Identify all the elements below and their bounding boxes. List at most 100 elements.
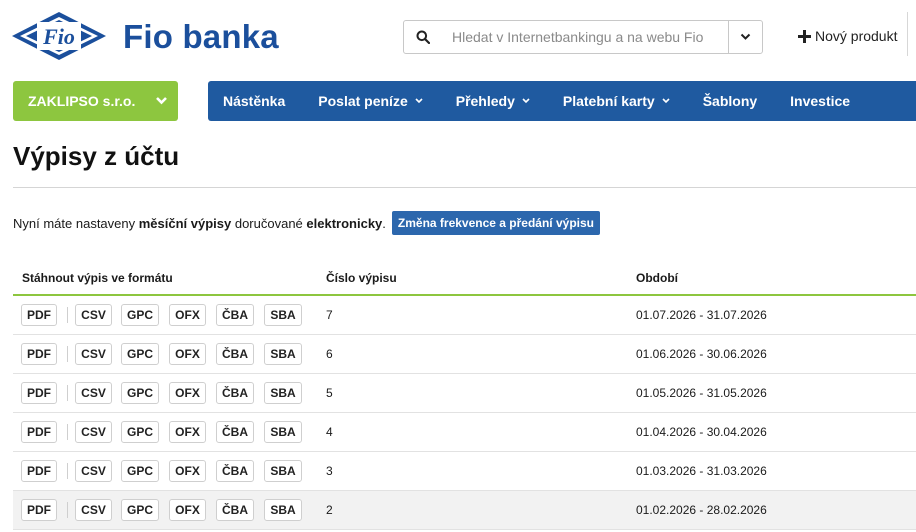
download-ofx-button[interactable]: OFX bbox=[169, 499, 206, 521]
nav-item-overviews[interactable]: Přehledy bbox=[456, 81, 530, 121]
statement-period: 01.06.2026 - 30.06.2026 bbox=[636, 347, 767, 361]
download-sba-button[interactable]: SBA bbox=[264, 460, 302, 482]
chevron-down-icon bbox=[415, 98, 423, 104]
download-ofx-button[interactable]: OFX bbox=[169, 382, 206, 404]
table-row: PDF CSV GPC OFX ČBA SBA 2 01.02.2026 - 28.02.20… bbox=[13, 491, 916, 530]
download-pdf-button[interactable]: PDF bbox=[21, 421, 57, 443]
nav-item-payment-cards[interactable]: Platební karty bbox=[563, 81, 670, 121]
nav-item-send-money[interactable]: Poslat peníze bbox=[318, 81, 423, 121]
format-buttons: PDF CSV GPC OFX ČBA SBA bbox=[13, 421, 326, 443]
format-separator bbox=[67, 502, 68, 518]
download-sba-button[interactable]: SBA bbox=[264, 343, 302, 365]
nav-item-templates[interactable]: Šablony bbox=[703, 81, 757, 121]
download-gpc-button[interactable]: GPC bbox=[121, 421, 159, 443]
download-sba-button[interactable]: SBA bbox=[264, 304, 302, 326]
table-row: PDF CSV GPC OFX ČBA SBA 4 01.04.2026 - 30.04.20… bbox=[13, 413, 916, 452]
header-download: Stáhnout výpis ve formátu bbox=[22, 271, 173, 285]
nav-item-dashboard[interactable]: Nástěnka bbox=[223, 81, 285, 121]
chevron-down-icon bbox=[662, 98, 670, 104]
download-cba-button[interactable]: ČBA bbox=[216, 421, 254, 443]
plus-icon bbox=[798, 29, 811, 43]
download-csv-button[interactable]: CSV bbox=[75, 460, 112, 482]
format-separator bbox=[67, 463, 68, 479]
new-product-label: Nový produkt bbox=[815, 28, 898, 44]
statement-period: 01.02.2026 - 28.02.2026 bbox=[636, 503, 767, 517]
format-buttons: PDF CSV GPC OFX ČBA SBA bbox=[13, 304, 326, 326]
main-nav: Nástěnka Poslat peníze Přehledy Platební… bbox=[208, 81, 916, 121]
table-row: PDF CSV GPC OFX ČBA SBA 6 01.06.2026 - 30.06.20… bbox=[13, 335, 916, 374]
download-gpc-button[interactable]: GPC bbox=[121, 382, 159, 404]
change-frequency-button[interactable]: Změna frekvence a předání výpisu bbox=[391, 211, 600, 235]
table-header: Stáhnout výpis ve formátu Číslo výpisu O… bbox=[13, 262, 916, 296]
download-gpc-button[interactable]: GPC bbox=[121, 304, 159, 326]
svg-text:Fio: Fio bbox=[42, 24, 75, 49]
statement-settings-info: Nyní máte nastaveny měsíční výpisy doruč… bbox=[13, 211, 600, 235]
account-name: ZAKLIPSO s.r.o. bbox=[28, 93, 136, 109]
download-pdf-button[interactable]: PDF bbox=[21, 304, 57, 326]
download-csv-button[interactable]: CSV bbox=[75, 499, 112, 521]
format-buttons: PDF CSV GPC OFX ČBA SBA bbox=[13, 343, 326, 365]
download-cba-button[interactable]: ČBA bbox=[216, 304, 254, 326]
format-separator bbox=[67, 385, 68, 401]
page-title: Výpisy z účtu bbox=[13, 141, 180, 171]
header-period: Období bbox=[636, 271, 678, 285]
title-divider bbox=[13, 187, 916, 188]
chevron-down-icon bbox=[156, 97, 167, 105]
download-pdf-button[interactable]: PDF bbox=[21, 343, 57, 365]
download-gpc-button[interactable]: GPC bbox=[121, 343, 159, 365]
statement-period: 01.07.2026 - 31.07.2026 bbox=[636, 308, 767, 322]
statement-number: 7 bbox=[326, 308, 333, 322]
statement-period: 01.04.2026 - 30.04.2026 bbox=[636, 425, 767, 439]
header-divider bbox=[907, 12, 908, 56]
download-cba-button[interactable]: ČBA bbox=[216, 499, 254, 521]
search-icon[interactable] bbox=[404, 21, 442, 53]
statement-number: 6 bbox=[326, 347, 333, 361]
download-pdf-button[interactable]: PDF bbox=[21, 460, 57, 482]
fio-logo[interactable]: Fio bbox=[12, 10, 106, 62]
download-pdf-button[interactable]: PDF bbox=[21, 499, 57, 521]
download-sba-button[interactable]: SBA bbox=[264, 382, 302, 404]
account-selector[interactable]: ZAKLIPSO s.r.o. bbox=[13, 81, 178, 121]
table-row: PDF CSV GPC OFX ČBA SBA 5 01.05.2026 - 31.05.20… bbox=[13, 374, 916, 413]
table-row: PDF CSV GPC OFX ČBA SBA 7 01.07.2026 - 31.07.20… bbox=[13, 296, 916, 335]
chevron-down-icon bbox=[740, 33, 751, 40]
download-ofx-button[interactable]: OFX bbox=[169, 421, 206, 443]
download-csv-button[interactable]: CSV bbox=[75, 421, 112, 443]
format-separator bbox=[67, 307, 68, 323]
statement-number: 2 bbox=[326, 503, 333, 517]
format-buttons: PDF CSV GPC OFX ČBA SBA bbox=[13, 499, 326, 521]
chevron-down-icon bbox=[522, 98, 530, 104]
download-gpc-button[interactable]: GPC bbox=[121, 460, 159, 482]
format-separator bbox=[67, 346, 68, 362]
download-cba-button[interactable]: ČBA bbox=[216, 382, 254, 404]
statement-period: 01.05.2026 - 31.05.2026 bbox=[636, 386, 767, 400]
download-csv-button[interactable]: CSV bbox=[75, 304, 112, 326]
download-ofx-button[interactable]: OFX bbox=[169, 343, 206, 365]
format-buttons: PDF CSV GPC OFX ČBA SBA bbox=[13, 382, 326, 404]
download-sba-button[interactable]: SBA bbox=[264, 499, 302, 521]
format-buttons: PDF CSV GPC OFX ČBA SBA bbox=[13, 460, 326, 482]
header-number: Číslo výpisu bbox=[326, 271, 397, 285]
search-box[interactable] bbox=[403, 20, 763, 54]
download-pdf-button[interactable]: PDF bbox=[21, 382, 57, 404]
download-csv-button[interactable]: CSV bbox=[75, 343, 112, 365]
download-gpc-button[interactable]: GPC bbox=[121, 499, 159, 521]
download-cba-button[interactable]: ČBA bbox=[216, 343, 254, 365]
new-product-button[interactable]: Nový produkt bbox=[798, 28, 897, 44]
download-csv-button[interactable]: CSV bbox=[75, 382, 112, 404]
download-ofx-button[interactable]: OFX bbox=[169, 460, 206, 482]
search-input[interactable] bbox=[442, 21, 728, 53]
statement-period: 01.03.2026 - 31.03.2026 bbox=[636, 464, 767, 478]
search-scope-dropdown[interactable] bbox=[728, 21, 762, 53]
statement-number: 3 bbox=[326, 464, 333, 478]
download-cba-button[interactable]: ČBA bbox=[216, 460, 254, 482]
statement-number: 4 bbox=[326, 425, 333, 439]
brand-name: Fio banka bbox=[123, 18, 279, 55]
nav-item-investments[interactable]: Investice bbox=[790, 81, 850, 121]
statement-number: 5 bbox=[326, 386, 333, 400]
download-sba-button[interactable]: SBA bbox=[264, 421, 302, 443]
table-row: PDF CSV GPC OFX ČBA SBA 3 01.03.2026 - 31.03.20… bbox=[13, 452, 916, 491]
format-separator bbox=[67, 424, 68, 440]
download-ofx-button[interactable]: OFX bbox=[169, 304, 206, 326]
statements-table: Stáhnout výpis ve formátu Číslo výpisu O… bbox=[13, 262, 916, 530]
